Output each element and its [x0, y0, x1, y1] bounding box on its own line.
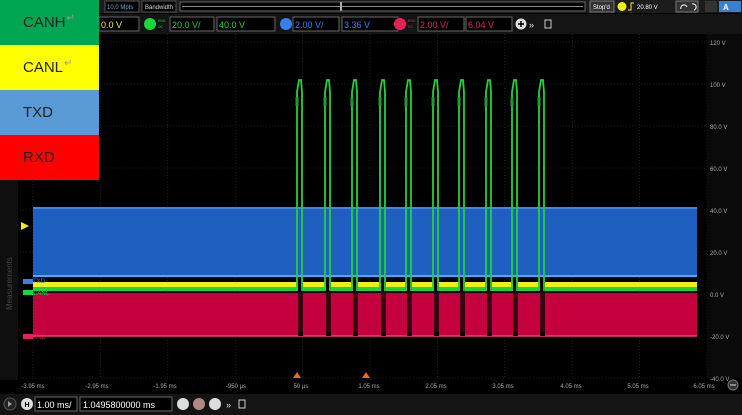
x-tick-label: 3.05 ms: [492, 384, 513, 390]
burst-gap-rxd: [460, 292, 465, 332]
x-tick-label: -1.95 ms: [153, 384, 176, 390]
y-tick-label: 120 V: [710, 41, 726, 47]
burst-gap-rxd: [540, 292, 545, 332]
burst-gap-rxd: [381, 292, 386, 332]
x-tick-label: -3.95 ms: [21, 384, 44, 390]
measurements-tab[interactable]: Measurements: [5, 257, 14, 310]
clock-icon[interactable]: [209, 398, 221, 410]
y-tick-label: -40.0 V: [710, 377, 729, 383]
ch3-offset-text: 3.36 V: [344, 20, 370, 30]
channel-settings-bar: 0.0 V ENG DC 20.0 V/ 40.0 V ENG DC 2.00 …: [0, 14, 742, 34]
y-tick-label: 40.0 V: [710, 209, 727, 215]
legend-txd-label: TXD: [23, 104, 53, 121]
ch2-icon[interactable]: [144, 18, 156, 30]
rxd-marker[interactable]: [23, 334, 33, 339]
y-tick-label: 60.0 V: [710, 167, 727, 173]
y-tick-label: -20.0 V: [710, 335, 729, 341]
ch3-icon[interactable]: [280, 18, 292, 30]
trigger-level-text: 20.80 V: [637, 5, 658, 11]
legend-canh: CANH ↵: [0, 0, 99, 45]
oscilloscope-display: 10.0 Mpts Bandwidth Stop'd 20.80 V A 0.0…: [0, 0, 742, 415]
paragraph-mark-icon: ↵: [64, 58, 73, 69]
ch2-scale-text: 20.0 V/: [172, 20, 201, 30]
y-axis-panel: 120 V 100 V 80.0 V 60.0 V 40.0 V 20.0 V 0.0 V -…: [707, 34, 742, 383]
svg-text:H: H: [25, 402, 30, 409]
svg-text:ENG: ENG: [158, 19, 166, 23]
burst-gap-rxd: [326, 292, 331, 332]
legend-canl: CANL ↵: [0, 45, 99, 90]
y-tick-label: 100 V: [710, 83, 726, 89]
y-tick-label: 0.0 V: [710, 293, 724, 299]
rxd-marker-label: RXD: [33, 335, 46, 341]
legend-rxd: RXD: [0, 135, 99, 180]
trigger-source-icon[interactable]: [617, 2, 627, 11]
burst-gap-rxd: [487, 292, 492, 332]
ch1-offset-text: 0.0 V: [101, 20, 122, 30]
svg-text:DC: DC: [408, 25, 414, 29]
x-tick-label: -950 µs: [226, 384, 246, 390]
legend-rxd-label: RXD: [23, 149, 55, 166]
ch2-offset-text: 40.0 V: [219, 20, 245, 30]
bottom-expand-chevron-icon[interactable]: »: [226, 400, 231, 410]
txd-marker[interactable]: [23, 279, 33, 284]
expand-chevron-icon[interactable]: »: [529, 20, 534, 30]
zoom-icon[interactable]: [177, 398, 189, 410]
timebase-text: 1.00 ms/: [37, 400, 72, 410]
stop-status-text: Stop'd: [593, 5, 610, 11]
rxd-trace: [33, 293, 697, 336]
bandwidth-label: Bandwidth: [145, 5, 173, 11]
canl-trace: [33, 282, 697, 287]
txd-marker-label: TXD: [33, 279, 46, 285]
legend-txd: TXD: [0, 90, 99, 135]
canl-marker-label: CANL: [33, 291, 50, 297]
acquire-icon[interactable]: [193, 398, 205, 410]
svg-text:DC: DC: [158, 25, 164, 29]
x-tick-label: 6.05 ms: [693, 384, 714, 390]
top-toolbar: 10.0 Mpts Bandwidth Stop'd 20.80 V A: [0, 0, 742, 13]
ch4-offset-text: 6.04 V: [468, 20, 494, 30]
x-tick-label: 5.05 ms: [627, 384, 648, 390]
y-tick-label: 80.0 V: [710, 125, 727, 131]
burst-gap-rxd: [298, 292, 303, 332]
canl-marker[interactable]: [23, 290, 33, 295]
x-tick-label: -2.95 ms: [85, 384, 108, 390]
y-tick-label: 20.0 V: [710, 251, 727, 257]
paragraph-mark-icon: ↵: [66, 13, 75, 24]
txd-trace: [33, 207, 697, 277]
x-tick-label: 2.05 ms: [425, 384, 446, 390]
burst-gap-rxd: [407, 292, 412, 332]
x-tick-label: 4.05 ms: [560, 384, 581, 390]
legend-canh-label: CANH: [23, 14, 66, 31]
ch3-scale-text: 2.00 V/: [295, 20, 324, 30]
window-mode-button[interactable]: [705, 1, 717, 12]
legend-canl-label: CANL: [23, 59, 64, 76]
burst-gap-rxd: [353, 292, 358, 332]
horizontal-position-text: 1.0495800000 ms: [83, 400, 156, 410]
canh-trace-baseline: [33, 287, 697, 291]
ch4-scale-text: 2.00 V/: [420, 20, 449, 30]
burst-gap-rxd: [434, 292, 439, 332]
burst-gap-rxd: [513, 292, 518, 332]
sample-rate-text: 10.0 Mpts: [107, 5, 133, 11]
app-menu-icon: A: [723, 3, 729, 12]
x-tick-label: 1.05 ms: [358, 384, 379, 390]
x-tick-label: 50 µs: [294, 384, 309, 390]
svg-text:ENG: ENG: [408, 19, 416, 23]
ch4-icon[interactable]: [394, 18, 406, 30]
left-side-panel: Measurements: [0, 180, 18, 380]
